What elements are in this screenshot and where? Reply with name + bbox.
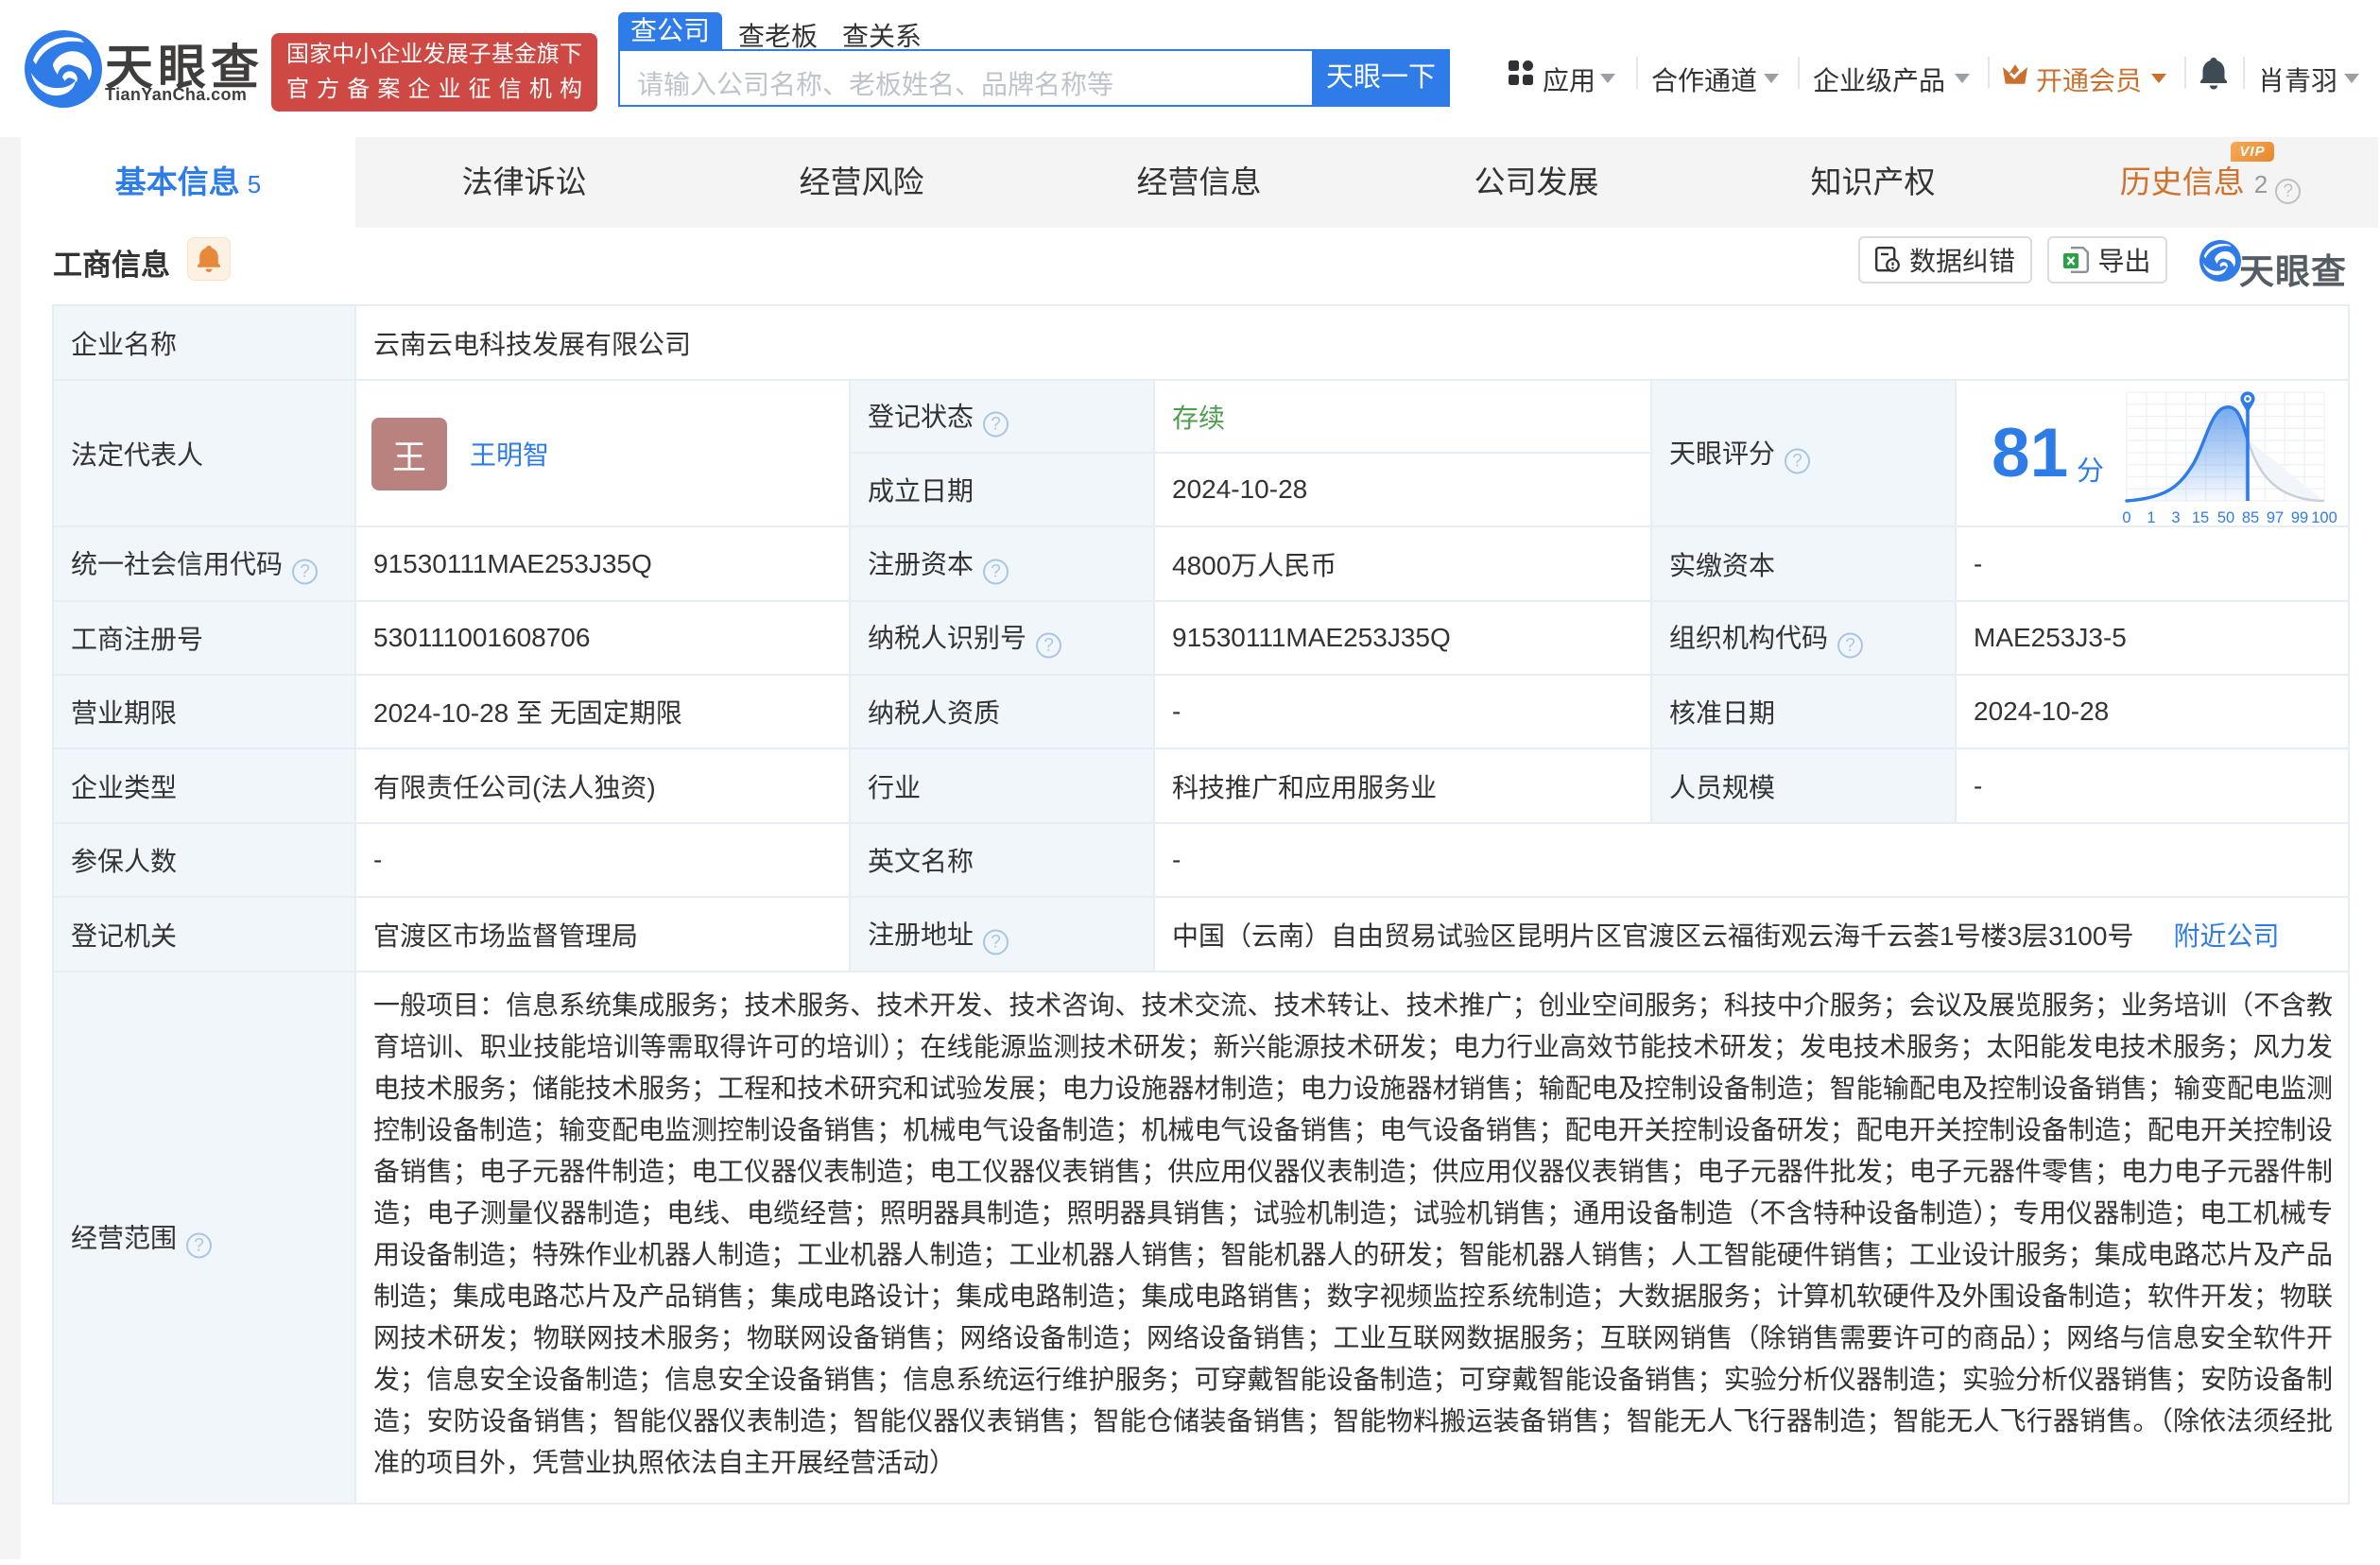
svg-text:3: 3 bbox=[2171, 509, 2180, 526]
svg-text:0: 0 bbox=[2122, 509, 2130, 526]
svg-text:97: 97 bbox=[2267, 509, 2284, 526]
svg-text:85: 85 bbox=[2242, 509, 2259, 526]
svg-text:50: 50 bbox=[2217, 509, 2234, 526]
svg-text:99: 99 bbox=[2291, 509, 2308, 526]
svg-text:100: 100 bbox=[2311, 509, 2337, 526]
svg-text:15: 15 bbox=[2192, 509, 2209, 526]
svg-text:1: 1 bbox=[2147, 509, 2155, 526]
